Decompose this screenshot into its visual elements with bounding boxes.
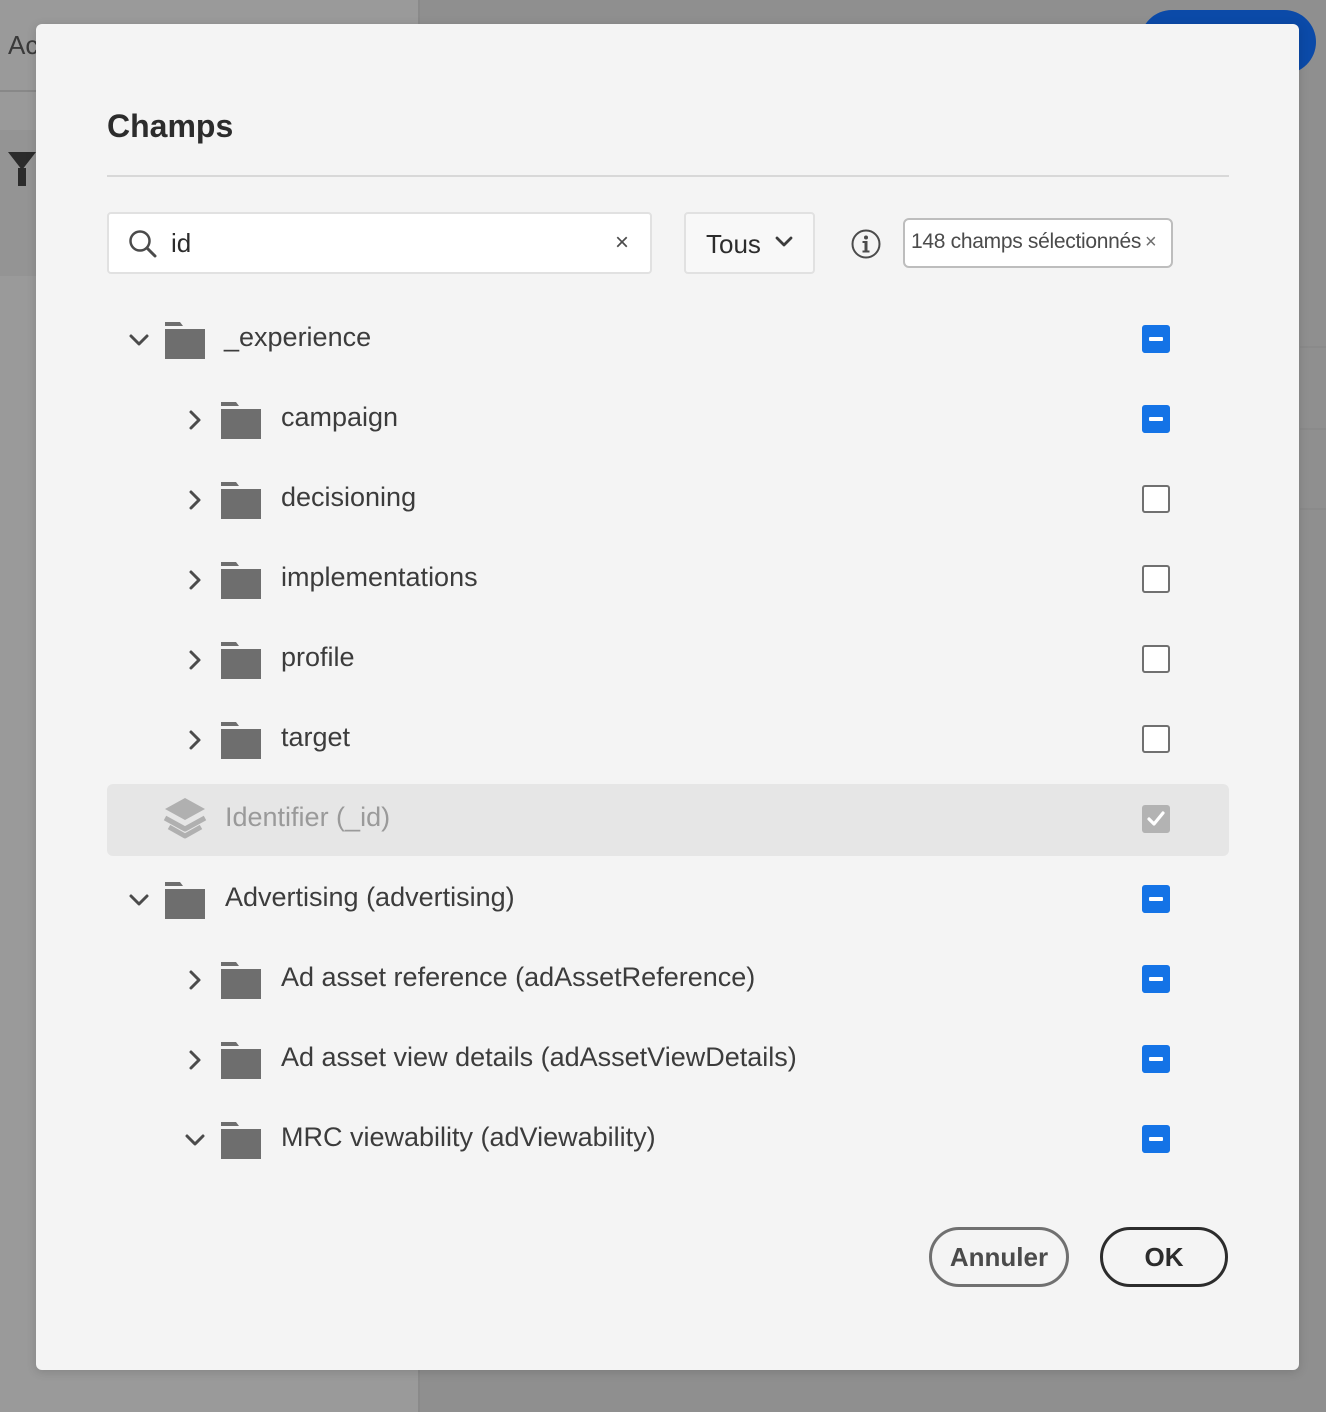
- chevron-right-icon[interactable]: [183, 1048, 207, 1072]
- tree-row-label: Advertising (advertising): [225, 882, 515, 912]
- chevron-right-icon[interactable]: [183, 728, 207, 752]
- selected-fields-tag: 148 champs sélectionnés ×: [903, 218, 1173, 268]
- folder-icon: [221, 962, 261, 999]
- row-checkbox[interactable]: [1142, 725, 1170, 753]
- search-value[interactable]: id: [171, 228, 191, 259]
- chevron-down-icon[interactable]: [183, 1128, 207, 1152]
- folder-icon: [165, 322, 205, 359]
- tree-row[interactable]: _experience: [107, 304, 1229, 376]
- search-input[interactable]: id ×: [107, 212, 652, 274]
- tree-row-label: target: [281, 722, 351, 752]
- tree-row[interactable]: implementations: [107, 544, 1229, 616]
- tree-row[interactable]: campaign: [107, 384, 1229, 456]
- row-checkbox[interactable]: [1142, 1125, 1170, 1153]
- tree-row[interactable]: decisioning: [107, 464, 1229, 536]
- tree-row[interactable]: profile: [107, 624, 1229, 696]
- chevron-down-icon[interactable]: [127, 888, 151, 912]
- tree-row-label: _experience: [224, 322, 372, 352]
- fields-dialog: Champs id × Tous 148 champs sélectionnés…: [36, 24, 1299, 1370]
- ok-button[interactable]: OK: [1100, 1227, 1228, 1287]
- close-icon[interactable]: ×: [1145, 232, 1157, 252]
- tree-row-label: MRC viewability (adViewability): [281, 1122, 656, 1152]
- tree-row[interactable]: target: [107, 704, 1229, 776]
- tree-row[interactable]: Advertising (advertising): [107, 864, 1229, 936]
- chevron-right-icon[interactable]: [183, 648, 207, 672]
- row-checkbox[interactable]: [1142, 885, 1170, 913]
- tree-row[interactable]: Ad asset view details (adAssetViewDetail…: [107, 1024, 1229, 1096]
- row-checkbox[interactable]: [1142, 405, 1170, 433]
- chevron-right-icon[interactable]: [183, 568, 207, 592]
- row-checkbox[interactable]: [1142, 965, 1170, 993]
- row-checkbox[interactable]: [1142, 485, 1170, 513]
- search-icon: [129, 230, 157, 258]
- folder-icon: [221, 562, 261, 599]
- tree-row-label: implementations: [281, 562, 478, 592]
- checkmark-icon: [1147, 811, 1165, 826]
- filter-dropdown[interactable]: Tous: [684, 212, 815, 274]
- chevron-right-icon[interactable]: [183, 408, 207, 432]
- background-page-title: Ac: [8, 30, 39, 60]
- tree-row-disabled: Identifier (_id): [107, 784, 1229, 856]
- chevron-down-icon[interactable]: [127, 328, 151, 352]
- tree-row-label: Ad asset reference (adAssetReference): [281, 962, 756, 992]
- chevron-right-icon[interactable]: [183, 968, 207, 992]
- folder-icon: [221, 482, 261, 519]
- row-checkbox[interactable]: [1142, 1045, 1170, 1073]
- row-checkbox: [1142, 805, 1170, 833]
- tree-row[interactable]: MRC viewability (adViewability): [107, 1104, 1229, 1176]
- folder-icon: [221, 402, 261, 439]
- tree-row-label: profile: [281, 642, 355, 672]
- clear-search-icon[interactable]: ×: [615, 231, 629, 255]
- tree-row-label: campaign: [281, 402, 399, 432]
- layers-icon: [163, 798, 207, 839]
- info-icon[interactable]: [850, 228, 882, 260]
- filter-icon-stem: [18, 168, 26, 186]
- row-checkbox[interactable]: [1142, 565, 1170, 593]
- row-checkbox[interactable]: [1142, 325, 1170, 353]
- folder-icon: [221, 1122, 261, 1159]
- folder-icon: [221, 1042, 261, 1079]
- chevron-right-icon[interactable]: [183, 488, 207, 512]
- row-checkbox[interactable]: [1142, 645, 1170, 673]
- filter-selected-value: Tous: [706, 229, 761, 259]
- cancel-button[interactable]: Annuler: [929, 1227, 1069, 1287]
- chevron-down-icon: [775, 236, 793, 247]
- folder-icon: [165, 882, 205, 919]
- tree-row-label: decisioning: [281, 482, 417, 512]
- folder-icon: [221, 722, 261, 759]
- tree-row-label: Identifier (_id): [225, 802, 391, 832]
- dialog-title: Champs: [107, 108, 234, 144]
- selected-fields-count: 148 champs sélectionnés: [911, 230, 1142, 253]
- folder-icon: [221, 642, 261, 679]
- title-divider: [107, 175, 1229, 177]
- tree-row[interactable]: Ad asset reference (adAssetReference): [107, 944, 1229, 1016]
- tree-row-label: Ad asset view details (adAssetViewDetail…: [281, 1042, 797, 1072]
